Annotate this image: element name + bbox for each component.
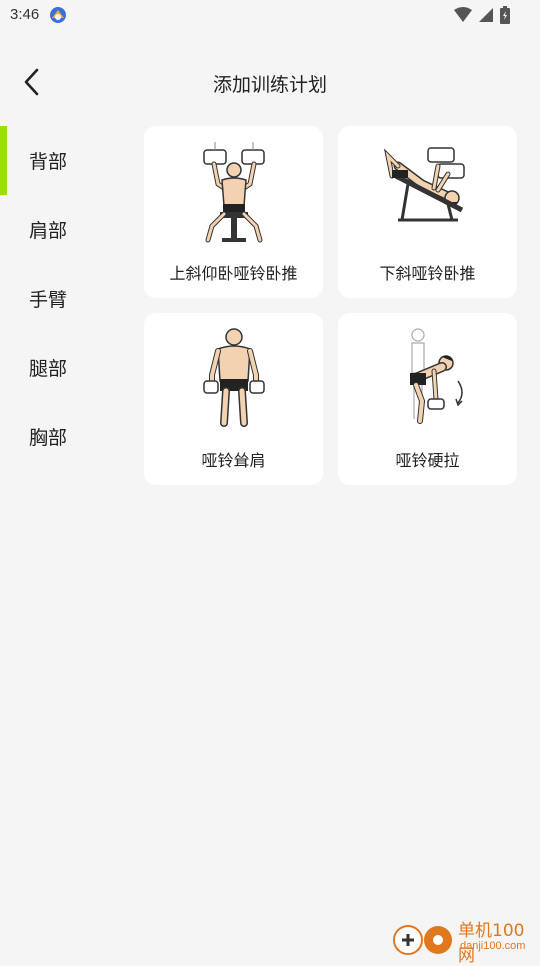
exercise-card[interactable]: 哑铃耸肩 bbox=[144, 313, 323, 485]
incline-dumbbell-press-illustration bbox=[203, 142, 265, 243]
wifi-icon bbox=[454, 7, 472, 22]
sidebar-item-label: 背部 bbox=[29, 151, 68, 173]
sidebar-item-label: 胸部 bbox=[29, 427, 68, 449]
exercise-label: 上斜仰卧哑铃卧推 bbox=[169, 264, 298, 283]
exercise-card[interactable]: 下斜哑铃卧推 bbox=[338, 126, 517, 298]
sidebar-item-chest[interactable]: 胸部 bbox=[0, 402, 120, 471]
header: 添加训练计划 bbox=[0, 50, 540, 116]
sidebar-item-label: 手臂 bbox=[29, 289, 68, 311]
watermark-url: danji100.com bbox=[460, 940, 526, 952]
watermark: 单机100网 danji100.com bbox=[388, 912, 540, 966]
status-time: 3:46 bbox=[10, 6, 40, 23]
status-icons bbox=[454, 6, 510, 24]
page-title: 添加训练计划 bbox=[212, 74, 327, 96]
exercise-label: 哑铃硬拉 bbox=[395, 451, 460, 470]
sidebar-item-label: 肩部 bbox=[29, 220, 68, 242]
dumbbell-shrug-illustration bbox=[203, 328, 265, 427]
app-notification-icon bbox=[50, 7, 66, 23]
sidebar-item-arms[interactable]: 手臂 bbox=[0, 264, 120, 333]
sidebar-item-back[interactable]: 背部 bbox=[0, 126, 120, 195]
sidebar-item-shoulders[interactable]: 肩部 bbox=[0, 195, 120, 264]
status-bar: 3:46 bbox=[0, 0, 540, 32]
sidebar-item-legs[interactable]: 腿部 bbox=[0, 333, 120, 402]
decline-dumbbell-press-illustration bbox=[383, 147, 465, 222]
exercise-label: 哑铃耸肩 bbox=[201, 451, 266, 470]
exercise-label: 下斜哑铃卧推 bbox=[379, 264, 476, 283]
signal-icon bbox=[479, 8, 493, 22]
dumbbell-deadlift-illustration bbox=[410, 328, 463, 424]
sidebar-item-label: 腿部 bbox=[29, 358, 68, 380]
exercise-card[interactable]: 上斜仰卧哑铃卧推 bbox=[144, 126, 323, 298]
watermark-logo-icon bbox=[393, 925, 452, 955]
exercise-card[interactable]: 哑铃硬拉 bbox=[338, 313, 517, 485]
battery-icon bbox=[500, 6, 510, 24]
exercise-grid: 上斜仰卧哑铃卧推 下斜哑铃卧推 哑铃耸肩 哑铃硬拉 bbox=[144, 126, 517, 485]
category-sidebar: 背部 肩部 手臂 腿部 胸部 bbox=[0, 126, 120, 471]
